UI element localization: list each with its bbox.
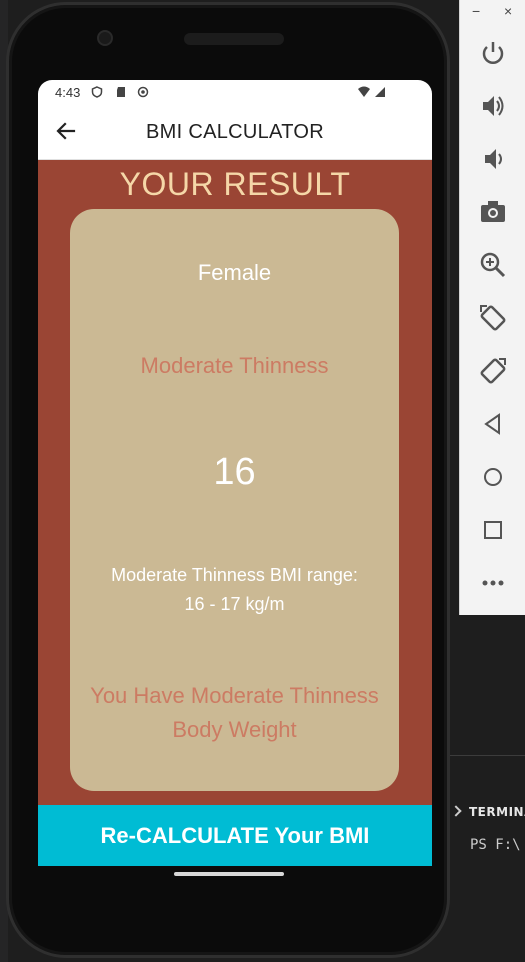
terminal-prompt[interactable]: PS F:\ [470, 837, 521, 853]
rotate-left-button[interactable] [477, 302, 509, 334]
status-bar: 4:43 [38, 80, 432, 105]
result-heading: YOUR RESULT [119, 166, 351, 202]
rotate-right-button[interactable] [477, 355, 509, 387]
page-title: BMI CALCULATOR [146, 121, 324, 143]
status-time: 4:43 [55, 85, 81, 100]
more-button[interactable] [477, 567, 509, 599]
back-button[interactable] [477, 408, 509, 440]
desktop: TERMINA PS F:\ 4:43 BMI CALCULATOR YOUR … [0, 0, 525, 962]
home-icon [484, 468, 502, 486]
advice-text: You Have Moderate Thinness Body Weight [90, 683, 379, 742]
screenshot-button[interactable] [477, 196, 509, 228]
more-icon [482, 580, 504, 586]
sync-icon [137, 86, 149, 98]
bmi-range-line1: Moderate Thinness BMI range: [111, 565, 358, 585]
phone-frame: 4:43 BMI CALCULATOR YOUR RESULT Female M… [6, 2, 450, 958]
bmi-category: Moderate Thinness [140, 353, 329, 378]
bmi-range-text: Moderate Thinness BMI range: 16 - 17 kg/… [80, 561, 389, 619]
rotate-right-icon [480, 358, 506, 384]
sd-card-icon [117, 87, 125, 97]
earpiece-speaker [184, 33, 284, 45]
power-icon [482, 42, 504, 64]
chevron-right-icon[interactable] [450, 805, 462, 817]
bmi-range-line2: 16 - 17 kg/m [184, 594, 285, 614]
emulator-toolbar: − × [459, 0, 525, 615]
power-button[interactable] [477, 37, 509, 69]
camera-icon [481, 201, 505, 222]
volume-up-button[interactable] [477, 90, 509, 122]
result-card: Female Moderate Thinness 16 Moderate Thi… [70, 209, 399, 791]
zoom-button[interactable] [477, 249, 509, 281]
zoom-icon [480, 252, 506, 278]
rotate-left-icon [480, 305, 506, 331]
volume-down-button[interactable] [477, 143, 509, 175]
wifi-icon [358, 86, 370, 97]
home-button[interactable] [477, 461, 509, 493]
shield-icon [91, 86, 103, 98]
volume-down-icon [485, 149, 502, 169]
phone-screen: 4:43 BMI CALCULATOR YOUR RESULT Female M… [38, 80, 432, 866]
ide-terminal-panel: TERMINA PS F:\ [445, 615, 525, 962]
back-icon [484, 413, 500, 435]
bmi-value: 16 [213, 451, 256, 493]
gesture-nav-bar[interactable] [174, 872, 284, 876]
recalculate-button[interactable]: Re-CALCULATE Your BMI [38, 805, 432, 866]
minimize-button[interactable]: − [472, 3, 480, 19]
overview-button[interactable] [477, 514, 509, 546]
close-button[interactable]: × [504, 3, 512, 19]
overview-icon [484, 521, 502, 539]
app-bar: BMI CALCULATOR [38, 105, 432, 160]
panel-divider [445, 755, 525, 756]
front-camera [97, 30, 113, 46]
toolbar-window-controls: − × [460, 0, 525, 26]
terminal-tab[interactable]: TERMINA [469, 805, 525, 819]
signal-icon [375, 87, 385, 97]
result-screen: YOUR RESULT Female Moderate Thinness 16 … [38, 160, 432, 805]
volume-up-icon [483, 96, 504, 116]
gender-label: Female [197, 260, 272, 285]
